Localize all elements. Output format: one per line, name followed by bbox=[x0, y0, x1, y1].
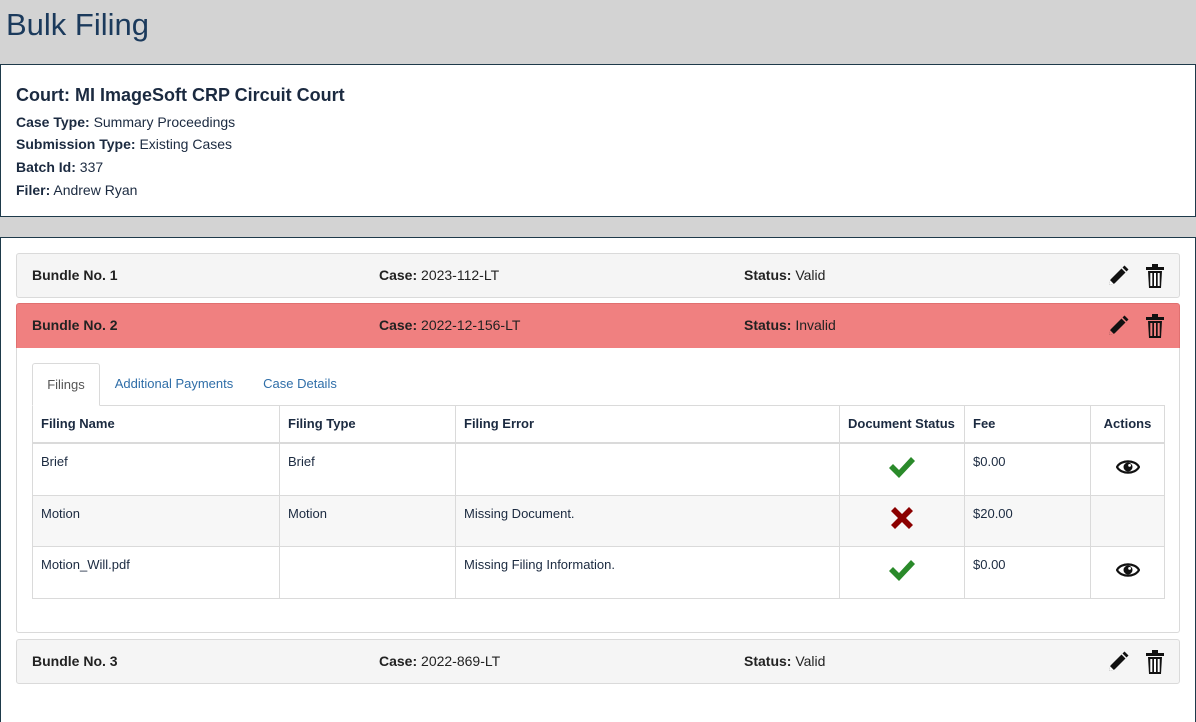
table-row: Motion Motion Missing Document. $20.00 bbox=[32, 495, 1165, 547]
bundle-status: Status: Valid bbox=[744, 653, 825, 669]
status-label: Status: bbox=[744, 653, 792, 669]
tab-case-details[interactable]: Case Details bbox=[254, 363, 346, 404]
filing-type-cell bbox=[279, 546, 456, 599]
eye-icon[interactable] bbox=[1115, 561, 1140, 579]
status-label: Status: bbox=[744, 267, 792, 283]
document-status-cell bbox=[839, 546, 965, 599]
bundle-status-value: Invalid bbox=[795, 317, 836, 333]
filing-error-cell: Missing Document. bbox=[455, 495, 840, 547]
case-type-label: Case Type: bbox=[16, 114, 90, 130]
bundle-case: Case: 2022-12-156-LT bbox=[379, 317, 520, 333]
pencil-icon[interactable] bbox=[1106, 650, 1130, 674]
batch-id-line: Batch Id: 337 bbox=[16, 159, 103, 175]
trash-icon[interactable] bbox=[1144, 263, 1166, 289]
col-fee: Fee bbox=[964, 405, 1091, 444]
case-label: Case: bbox=[379, 267, 418, 283]
case-label: Case: bbox=[379, 317, 418, 333]
bundle-status-value: Valid bbox=[795, 653, 826, 669]
bundle-name: Bundle No. 1 bbox=[32, 267, 118, 283]
bundle-status-value: Valid bbox=[795, 267, 826, 283]
bundle-case: Case: 2022-869-LT bbox=[379, 653, 500, 669]
document-status-cell bbox=[839, 442, 965, 496]
filing-name-cell: Motion_Will.pdf bbox=[32, 546, 280, 599]
eye-icon[interactable] bbox=[1115, 458, 1140, 476]
pencil-icon[interactable] bbox=[1106, 264, 1130, 288]
bundle-header-3[interactable]: Bundle No. 3 Case: 2022-869-LT Status: V… bbox=[16, 639, 1180, 684]
case-type-value: Summary Proceedings bbox=[93, 114, 236, 130]
bundle-case-value: 2022-12-156-LT bbox=[421, 317, 521, 333]
col-filing-error: Filing Error bbox=[455, 405, 840, 444]
x-icon bbox=[891, 507, 913, 529]
trash-icon[interactable] bbox=[1144, 313, 1166, 339]
batch-id-value: 337 bbox=[79, 159, 104, 175]
bundle-status: Status: Invalid bbox=[744, 317, 836, 333]
page-title: Bulk Filing bbox=[6, 7, 149, 42]
filing-type-cell: Motion bbox=[279, 495, 456, 547]
col-actions: Actions bbox=[1090, 405, 1165, 444]
tab-additional-payments[interactable]: Additional Payments bbox=[104, 363, 244, 404]
fee-cell: $20.00 bbox=[964, 495, 1091, 547]
filing-error-cell bbox=[455, 442, 840, 496]
filing-name-cell: Motion bbox=[32, 495, 280, 547]
col-document-status: Document Status bbox=[839, 405, 965, 444]
check-icon bbox=[889, 457, 915, 478]
fee-cell: $0.00 bbox=[964, 442, 1091, 496]
submission-type-line: Submission Type: Existing Cases bbox=[16, 136, 232, 152]
trash-icon[interactable] bbox=[1144, 649, 1166, 675]
case-type-line: Case Type: Summary Proceedings bbox=[16, 114, 235, 130]
court-title: Court: MI ImageSoft CRP Circuit Court bbox=[16, 85, 345, 105]
submission-type-label: Submission Type: bbox=[16, 136, 136, 152]
bundle-name: Bundle No. 3 bbox=[32, 653, 118, 669]
submission-type-value: Existing Cases bbox=[139, 136, 233, 152]
filer-value: Andrew Ryan bbox=[53, 182, 138, 198]
status-label: Status: bbox=[744, 317, 792, 333]
table-row: Motion_Will.pdf Missing Filing Informati… bbox=[32, 546, 1165, 599]
filing-type-cell: Brief bbox=[279, 442, 456, 496]
bundle-case: Case: 2023-112-LT bbox=[379, 267, 499, 283]
check-icon bbox=[889, 560, 915, 581]
tab-filings[interactable]: Filings bbox=[32, 363, 100, 406]
bundle-case-value: 2023-112-LT bbox=[421, 267, 500, 283]
case-label: Case: bbox=[379, 653, 418, 669]
bundle-2-body: Filings Additional Payments Case Details… bbox=[16, 348, 1180, 633]
bundle-header-2[interactable]: Bundle No. 2 Case: 2022-12-156-LT Status… bbox=[16, 303, 1180, 349]
bundle-case-value: 2022-869-LT bbox=[421, 653, 501, 669]
bundle-header-1[interactable]: Bundle No. 1 Case: 2023-112-LT Status: V… bbox=[16, 253, 1180, 298]
batch-id-label: Batch Id: bbox=[16, 159, 76, 175]
court-info-panel: Court: MI ImageSoft CRP Circuit Court Ca… bbox=[0, 64, 1196, 217]
bundle-name: Bundle No. 2 bbox=[32, 317, 118, 333]
actions-cell bbox=[1090, 546, 1165, 599]
filer-label: Filer: bbox=[16, 182, 51, 198]
actions-cell bbox=[1090, 442, 1165, 496]
pencil-icon[interactable] bbox=[1106, 314, 1130, 338]
col-filing-name: Filing Name bbox=[32, 405, 280, 444]
filer-line: Filer: Andrew Ryan bbox=[16, 182, 137, 198]
filings-table: Filing Name Filing Type Filing Error Doc… bbox=[32, 405, 1165, 599]
actions-cell bbox=[1090, 495, 1165, 547]
filing-name-cell: Brief bbox=[32, 442, 280, 496]
table-header-row: Filing Name Filing Type Filing Error Doc… bbox=[32, 405, 1165, 444]
filing-error-cell: Missing Filing Information. bbox=[455, 546, 840, 599]
col-filing-type: Filing Type bbox=[279, 405, 456, 444]
table-row: Brief Brief $0.00 bbox=[32, 442, 1165, 496]
fee-cell: $0.00 bbox=[964, 546, 1091, 599]
document-status-cell bbox=[839, 495, 965, 547]
bundle-status: Status: Valid bbox=[744, 267, 825, 283]
